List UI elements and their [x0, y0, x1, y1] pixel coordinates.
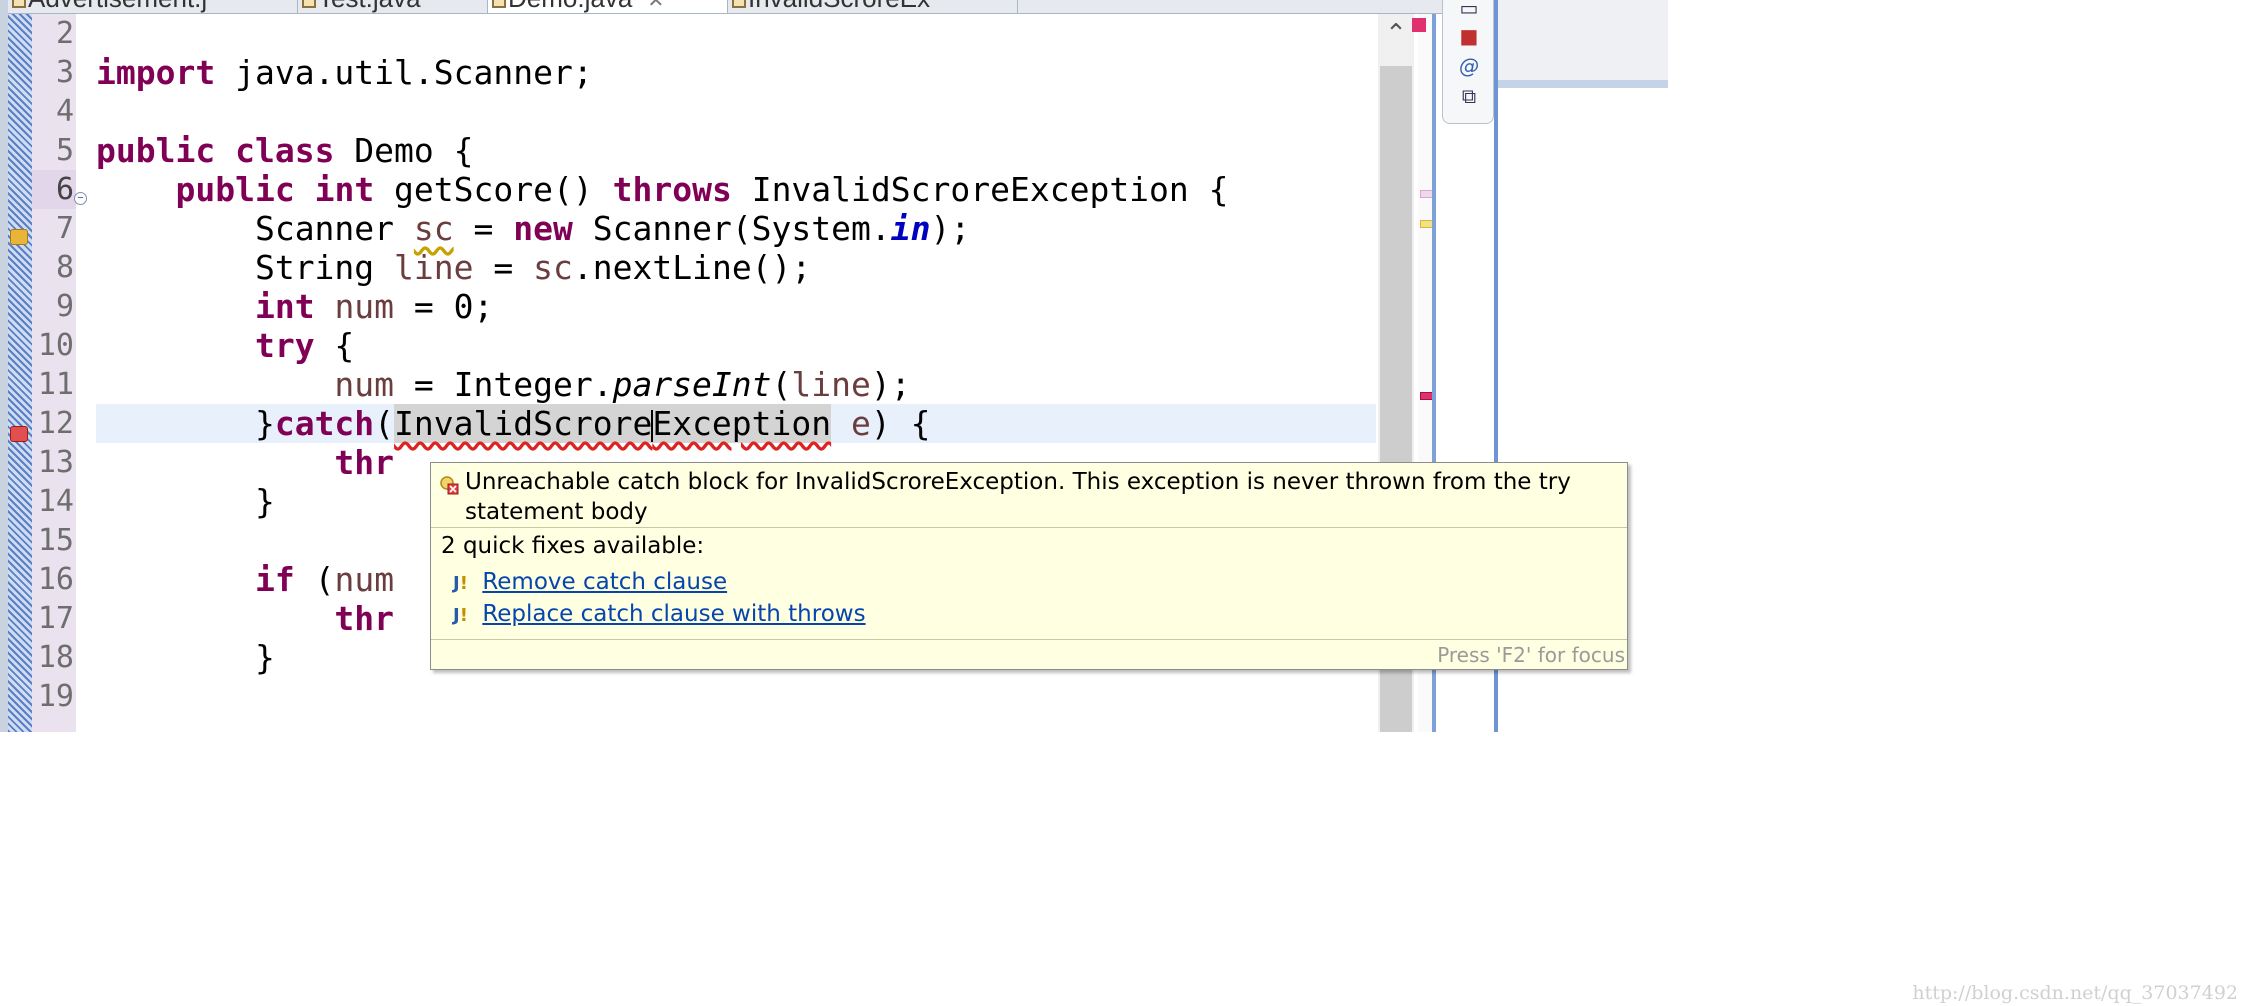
- code-line: int num = 0;: [254, 287, 494, 326]
- remove-catch-clause-link[interactable]: Remove catch clause: [482, 569, 727, 595]
- line-number: 14: [37, 484, 74, 519]
- line-number: 3: [55, 55, 74, 90]
- warning-marker-icon[interactable]: [10, 229, 28, 245]
- editor-tab-strip: Advertisement.j Test.java Demo.java ✕ In…: [8, 0, 1494, 14]
- unused-variable-warning: sc: [413, 209, 454, 248]
- quick-fix-replace-catch[interactable]: J! Replace catch clause with throws: [453, 599, 866, 629]
- code-line: try {: [254, 326, 355, 365]
- scroll-up-chevron-icon[interactable]: ⌃: [1378, 14, 1414, 54]
- error-exception-type[interactable]: InvalidScroreException: [394, 404, 832, 443]
- at-icon[interactable]: @: [1457, 54, 1481, 78]
- code-line: num = Integer.parseInt(line);: [334, 365, 911, 404]
- error-marker-icon[interactable]: [10, 426, 28, 442]
- java-file-icon: [732, 0, 746, 8]
- line-number: 18: [37, 640, 74, 675]
- line-number: 5: [55, 133, 74, 168]
- line-number: 12: [37, 406, 74, 441]
- java-file-icon: [12, 0, 26, 8]
- code-line: String line = sc.nextLine();: [254, 248, 812, 287]
- quick-fix-remove-catch[interactable]: J! Remove catch clause: [453, 567, 727, 597]
- watermark: http://blog.csdn.net/qq_37037492: [1912, 982, 2238, 1004]
- line-number: 9: [55, 289, 74, 324]
- javadoc-icon[interactable]: ■: [1457, 24, 1481, 48]
- line-number: 11: [37, 367, 74, 402]
- code-line: Scanner sc = new Scanner(System.in);: [254, 209, 971, 248]
- popup-divider: [431, 639, 1627, 640]
- line-number: 13: [37, 445, 74, 480]
- line-number: 2: [55, 16, 74, 51]
- line-number: 6: [32, 170, 76, 209]
- line-number: 16: [37, 562, 74, 597]
- error-summary-icon[interactable]: [1412, 18, 1426, 32]
- line-number: 8: [55, 250, 74, 285]
- quick-fix-icon: J!: [453, 573, 468, 594]
- code-line: public class Demo {: [96, 131, 474, 170]
- replace-catch-with-throws-link[interactable]: Replace catch clause with throws: [482, 601, 865, 627]
- quick-fix-icon: J!: [453, 605, 468, 626]
- tab-test[interactable]: Test.java: [298, 0, 488, 13]
- code-line-current: }catch(InvalidScroreException e) {: [96, 404, 1376, 443]
- code-line: import java.util.Scanner;: [96, 53, 593, 92]
- focus-hint: Press 'F2' for focus: [1437, 643, 1625, 667]
- fold-collapse-icon[interactable]: −: [74, 192, 87, 205]
- problem-message: Unreachable catch block for InvalidScror…: [465, 469, 1571, 525]
- line-number: 10: [37, 328, 74, 363]
- java-file-error-icon: [492, 0, 506, 8]
- declaration-icon[interactable]: ⧉: [1457, 84, 1481, 108]
- restore-icon[interactable]: ▭: [1457, 0, 1481, 20]
- code-line: public int getScore() throws InvalidScro…: [175, 170, 1229, 209]
- error-lightbulb-icon: [440, 476, 459, 495]
- outline-panel: [1498, 0, 1668, 88]
- java-file-icon: [302, 0, 316, 8]
- tab-advertisement[interactable]: Advertisement.j: [8, 0, 298, 13]
- line-number: 15: [37, 523, 74, 558]
- line-number: 7: [55, 211, 74, 246]
- line-number: 17: [37, 601, 74, 636]
- popup-divider: [431, 527, 1627, 528]
- side-toolbar: ▭ ■ @ ⧉: [1442, 0, 1494, 124]
- problem-hover-popup[interactable]: Unreachable catch block for InvalidScror…: [430, 462, 1628, 670]
- line-number: 4: [55, 94, 74, 129]
- line-number: 19: [37, 679, 74, 714]
- tab-invalid-scrore-exception[interactable]: InvalidScroreEx: [728, 0, 1018, 13]
- quick-fixes-heading: 2 quick fixes available:: [441, 533, 705, 559]
- close-icon[interactable]: ✕: [648, 0, 665, 12]
- line-numbers: 2 3 4 5 6 7 8 9 10 11 12 13 14 15 16 17 …: [32, 14, 76, 716]
- tab-demo[interactable]: Demo.java ✕: [488, 0, 728, 13]
- annotation-ruler[interactable]: [8, 14, 32, 732]
